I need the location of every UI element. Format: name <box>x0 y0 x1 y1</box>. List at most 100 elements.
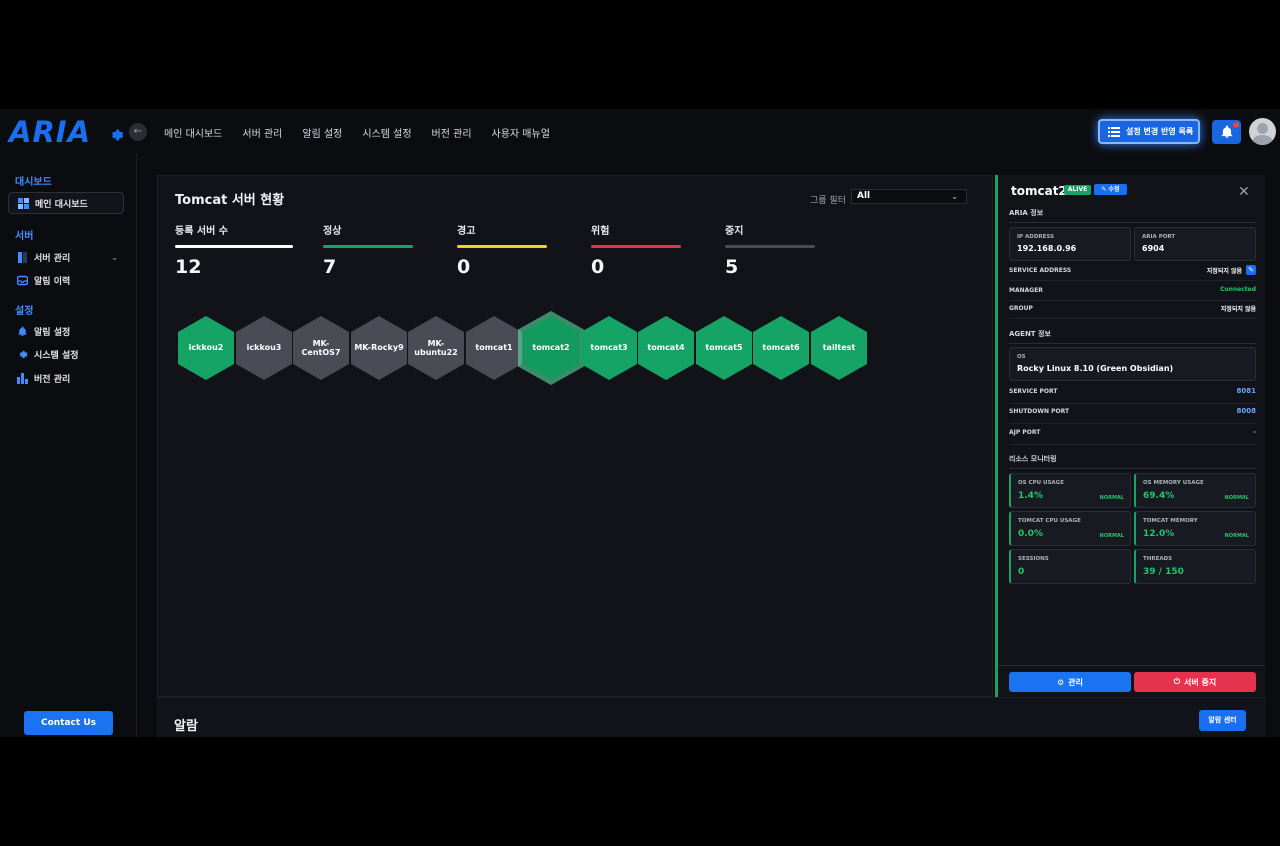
topnav-main-dashboard[interactable]: 메인 대시보드 <box>164 125 222 140</box>
service-port-row: SERVICE PORT 8081 <box>1009 384 1256 404</box>
bell-icon <box>16 325 28 337</box>
server-hex-MK-Rocky9[interactable]: MK-Rocky9 <box>351 316 407 380</box>
group-label: GROUP <box>1009 305 1033 312</box>
notification-dot <box>1233 122 1239 128</box>
server-hex-MK-CentOS7[interactable]: MK-CentOS7 <box>293 316 349 380</box>
topnav-alert-settings[interactable]: 알림 설정 <box>302 125 342 140</box>
server-hex-ickkou2[interactable]: ickkou2 <box>178 316 234 380</box>
edit-button[interactable]: ✎ 수정 <box>1094 184 1127 195</box>
topnav-system-settings[interactable]: 시스템 설정 <box>362 125 411 140</box>
stat-value: 0 <box>591 256 605 278</box>
top-bar: ARIA ← 메인 대시보드 서버 관리 알림 설정 시스템 설정 버전 관리 … <box>0 109 1280 153</box>
stat-label: 정상 <box>323 226 342 237</box>
group-filter-select[interactable]: All ⌄ <box>851 189 967 204</box>
sidebar-item-label: 알림 이력 <box>34 276 71 287</box>
close-icon[interactable]: ✕ <box>1238 184 1250 200</box>
sidebar-item-system-settings[interactable]: 시스템 설정 <box>8 343 124 365</box>
server-hex-MK-ubuntu22[interactable]: MK-ubuntu22 <box>408 316 464 380</box>
notifications-button[interactable] <box>1212 120 1241 144</box>
server-hex-tomcat1[interactable]: tomcat1 <box>466 316 522 380</box>
manage-label: 관리 <box>1068 677 1083 687</box>
stat-label: 중지 <box>725 226 744 237</box>
sidebar-section-settings: 설정 <box>15 306 34 317</box>
server-hex-tailtest[interactable]: tailtest <box>811 316 867 380</box>
ip-address-box: IP ADDRESS 192.168.0.96 <box>1009 227 1131 261</box>
service-address-row: SERVICE ADDRESS 지정되지 않음 ✎ <box>1009 263 1256 281</box>
sidebar-item-alert-settings[interactable]: 알림 설정 <box>8 320 124 342</box>
topnav-version-management[interactable]: 버전 관리 <box>432 125 472 140</box>
page-title: Tomcat 서버 현황 <box>175 193 285 208</box>
sidebar-item-label: 시스템 설정 <box>34 350 79 361</box>
manage-button[interactable]: ⚙ 관리 <box>1009 672 1131 692</box>
ajp-port-value: - <box>1253 428 1256 436</box>
tomcat-status-panel: Tomcat 서버 현황 그룹 필터 All ⌄ 등록 서버 수 12 정상 7… <box>157 175 993 697</box>
sidebar-section-server: 서버 <box>15 231 34 242</box>
collapse-sidebar-button[interactable]: ← <box>129 123 147 141</box>
ip-address-value: 192.168.0.96 <box>1017 244 1077 253</box>
group-filter-value: All <box>857 191 871 201</box>
aria-logo[interactable]: ARIA <box>9 115 91 149</box>
stat-bar <box>725 245 815 248</box>
sidebar: 대시보드 메인 대시보드 서버 서버 관리 ⌄ 알림 이력 설정 알림 설정 시… <box>0 153 137 737</box>
topnav-server-management[interactable]: 서버 관리 <box>242 125 282 140</box>
bar-chart-icon <box>16 372 28 384</box>
monitor-card: OS MEMORY USAGE 69.4% NORMAL <box>1134 473 1256 508</box>
stat-bar <box>175 245 293 248</box>
monitor-status: NORMAL <box>1099 495 1124 501</box>
deploy-changes-button[interactable]: 설정 변경 반영 목록 <box>1098 119 1200 144</box>
monitor-label: THREADS <box>1143 556 1173 562</box>
sidebar-item-label: 알림 설정 <box>34 327 71 338</box>
stat-value: 0 <box>457 256 471 278</box>
monitor-label: OS MEMORY USAGE <box>1143 480 1204 486</box>
aria-port-value: 6904 <box>1142 244 1165 253</box>
server-hex-tomcat6[interactable]: tomcat6 <box>753 316 809 380</box>
monitor-label: TOMCAT MEMORY <box>1143 518 1198 524</box>
sidebar-item-server-management[interactable]: 서버 관리 ⌄ <box>8 246 124 268</box>
server-hex-tomcat3[interactable]: tomcat3 <box>581 316 637 380</box>
stat-danger: 위험 0 <box>591 222 681 278</box>
service-port-label: SERVICE PORT <box>1009 388 1058 395</box>
monitor-card: THREADS 39 / 150 <box>1134 549 1256 584</box>
group-row: GROUP 지정되지 않음 <box>1009 301 1256 319</box>
monitor-status: NORMAL <box>1224 495 1249 501</box>
server-hex-tomcat4[interactable]: tomcat4 <box>638 316 694 380</box>
alarm-center-button[interactable]: 알람 센터 <box>1199 710 1246 731</box>
stat-label: 위험 <box>591 226 610 237</box>
monitor-value: 0 <box>1018 567 1025 577</box>
edit-icon[interactable]: ✎ <box>1246 265 1256 275</box>
monitor-status: NORMAL <box>1099 533 1124 539</box>
topnav-user-manual[interactable]: 사용자 매뉴얼 <box>492 125 550 140</box>
dashboard-icon <box>17 197 29 209</box>
server-hex-ickkou3[interactable]: ickkou3 <box>236 316 292 380</box>
manager-value: Connected <box>1220 286 1256 293</box>
server-name: tomcat2 <box>1011 184 1067 198</box>
sidebar-item-alert-history[interactable]: 알림 이력 <box>8 269 124 291</box>
shutdown-port-row: SHUTDOWN PORT 8008 <box>1009 404 1256 424</box>
sidebar-item-label: 버전 관리 <box>34 374 71 385</box>
sidebar-item-main-dashboard[interactable]: 메인 대시보드 <box>8 192 124 214</box>
os-label: OS <box>1017 354 1026 360</box>
stat-value: 7 <box>323 256 337 278</box>
monitor-label: TOMCAT CPU USAGE <box>1018 518 1081 524</box>
list-icon <box>1108 126 1120 137</box>
user-avatar[interactable] <box>1249 118 1276 145</box>
contact-us-button[interactable]: Contact Us <box>24 711 113 735</box>
sidebar-item-version-management[interactable]: 버전 관리 <box>8 367 124 389</box>
gear-icon[interactable] <box>108 127 124 143</box>
os-box: OS Rocky Linux 8.10 (Green Obsidian) <box>1009 347 1256 381</box>
stop-server-button[interactable]: ⏻ 서버 중지 <box>1134 672 1256 692</box>
aria-port-box: ARIA PORT 6904 <box>1134 227 1256 261</box>
stop-server-label: 서버 중지 <box>1184 677 1217 687</box>
alarm-section: 알람 알람 센터 <box>157 697 1266 737</box>
ip-address-label: IP ADDRESS <box>1017 234 1055 240</box>
deploy-changes-label: 설정 변경 반영 목록 <box>1126 127 1194 136</box>
stat-warning: 경고 0 <box>457 222 547 278</box>
service-address-label: SERVICE ADDRESS <box>1009 267 1072 274</box>
sidebar-item-label: 메인 대시보드 <box>35 199 88 210</box>
gear-icon <box>16 348 28 360</box>
server-hex-tomcat5[interactable]: tomcat5 <box>696 316 752 380</box>
os-value: Rocky Linux 8.10 (Green Obsidian) <box>1017 364 1174 373</box>
gear-icon: ⚙ <box>1057 677 1065 687</box>
aria-port-label: ARIA PORT <box>1142 234 1176 240</box>
stat-bar <box>323 245 413 248</box>
